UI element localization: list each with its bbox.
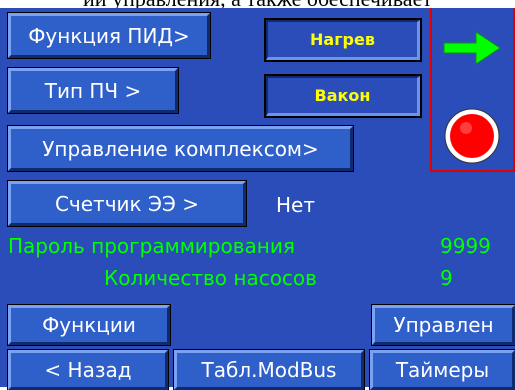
document-text-fragment: ии управления, а также обеспечивает	[0, 0, 515, 8]
functions-button[interactable]: Функции	[8, 305, 170, 345]
status-frame	[430, 8, 515, 172]
pumps-count-label: Количество насосов	[104, 266, 317, 290]
back-button[interactable]: < Назад	[8, 350, 168, 390]
modbus-table-button[interactable]: Табл.ModBus	[174, 350, 364, 390]
energy-counter-button[interactable]: Счетчик ЭЭ >	[8, 181, 246, 226]
heating-indicator: Нагрев	[266, 20, 420, 60]
timers-button[interactable]: Таймеры	[370, 350, 515, 390]
complex-control-button[interactable]: Управление комплексом>	[8, 126, 353, 171]
vakon-indicator: Вакон	[266, 76, 420, 116]
counter-status-value: Нет	[276, 193, 315, 217]
red-status-lamp-icon	[444, 108, 500, 164]
pumps-count-value[interactable]: 9	[440, 266, 453, 290]
password-value[interactable]: 9999	[440, 234, 491, 258]
pch-type-button[interactable]: Тип ПЧ >	[8, 68, 178, 113]
control-button[interactable]: Управлен	[372, 305, 515, 345]
pid-function-button[interactable]: Функция ПИД>	[8, 13, 210, 58]
password-label: Пароль программирования	[8, 234, 295, 258]
green-arrow-right-icon	[443, 31, 501, 65]
